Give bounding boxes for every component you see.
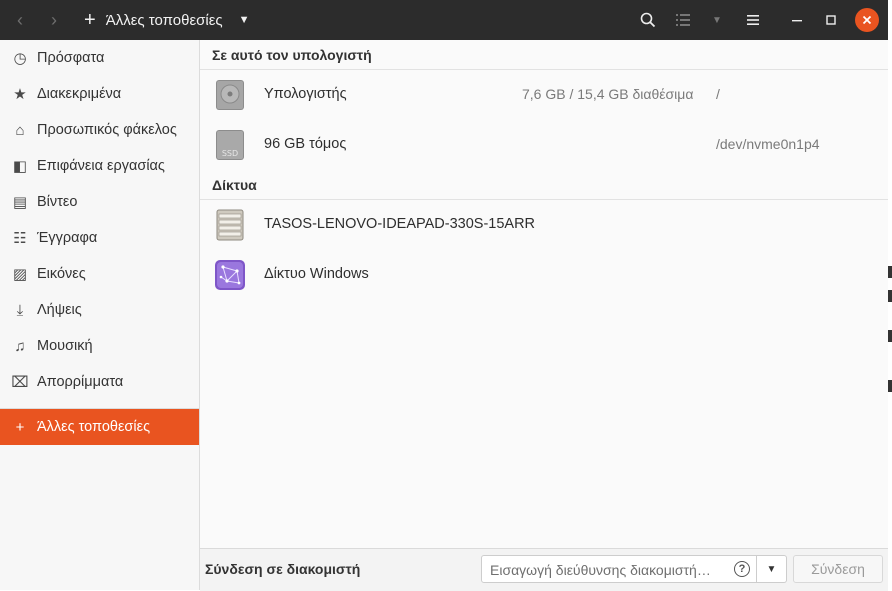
sidebar-item-documents[interactable]: ☷ Έγγραφα bbox=[0, 220, 199, 256]
hamburger-menu-icon bbox=[747, 15, 759, 25]
caret-down-icon: ▼ bbox=[766, 563, 777, 575]
caret-down-icon: ▼ bbox=[712, 14, 722, 26]
list-item-computer[interactable]: Υπολογιστής 7,6 GB / 15,4 GB διαθέσιμα / bbox=[200, 70, 888, 120]
location-path: / bbox=[716, 86, 720, 102]
sidebar-item-videos[interactable]: ▤ Βίντεο bbox=[0, 184, 199, 220]
minimize-icon bbox=[792, 20, 802, 22]
sidebar-item-trash[interactable]: ⌧ Απορρίμματα bbox=[0, 364, 199, 400]
sidebar-item-desktop[interactable]: ◧ Επιφάνεια εργασίας bbox=[0, 148, 199, 184]
sidebar-item-label: Πρόσφατα bbox=[37, 50, 105, 66]
harddisk-icon bbox=[216, 80, 244, 110]
sidebar: ◷ Πρόσφατα ★ Διακεκριμένα ⌂ Προσωπικός φ… bbox=[0, 40, 200, 590]
menu-button[interactable] bbox=[740, 4, 766, 36]
header-bar: ‹ › + Άλλες τοποθεσίες ▼ ▼ bbox=[0, 0, 888, 40]
clock-icon: ◷ bbox=[13, 50, 27, 67]
section-heading-networks: Δίκτυα bbox=[212, 177, 257, 193]
list-view-icon bbox=[676, 14, 690, 26]
image-icon: ▨ bbox=[12, 266, 28, 283]
files-window: ‹ › + Άλλες τοποθεσίες ▼ ▼ ◷ Πρόσφατα ★ … bbox=[0, 0, 888, 591]
close-button[interactable] bbox=[855, 8, 879, 32]
close-icon bbox=[862, 15, 872, 25]
plus-icon: + bbox=[15, 418, 25, 436]
star-icon: ★ bbox=[13, 86, 27, 103]
location-name: Δίκτυο Windows bbox=[264, 266, 369, 282]
document-icon: ☷ bbox=[13, 230, 27, 247]
trash-icon: ⌧ bbox=[11, 374, 29, 391]
sidebar-item-label: Εικόνες bbox=[37, 266, 86, 282]
help-icon[interactable]: ? bbox=[734, 561, 750, 577]
location-path-button[interactable]: + Άλλες τοποθεσίες ▼ bbox=[80, 4, 264, 36]
download-icon: ⤓ bbox=[16, 301, 24, 319]
ssd-icon-text: SSD bbox=[222, 149, 238, 158]
server-icon bbox=[216, 209, 244, 241]
background-text-fragment bbox=[888, 266, 892, 278]
maximize-icon bbox=[826, 15, 836, 25]
connect-to-server-label: Σύνδεση σε διακομιστή bbox=[205, 561, 361, 577]
sidebar-item-label: Βίντεο bbox=[37, 194, 78, 210]
location-name: Υπολογιστής bbox=[264, 86, 347, 102]
ssd-icon: SSD bbox=[216, 130, 244, 160]
sidebar-item-pictures[interactable]: ▨ Εικόνες bbox=[0, 256, 199, 292]
caret-down-icon: ▼ bbox=[238, 14, 250, 26]
music-icon: ♫ bbox=[14, 337, 26, 355]
location-name: TASOS-LENOVO-IDEAPAD-330S-15ARR bbox=[264, 216, 536, 232]
sidebar-item-recent[interactable]: ◷ Πρόσφατα bbox=[0, 40, 199, 76]
section-heading-this-computer: Σε αυτό τον υπολογιστή bbox=[212, 47, 372, 63]
sidebar-item-label: Λήψεις bbox=[37, 302, 82, 318]
server-address-input[interactable] bbox=[488, 560, 730, 580]
background-text-fragment bbox=[888, 380, 892, 392]
sidebar-item-label: Προσωπικός φάκελος bbox=[37, 122, 177, 138]
connect-to-server-bar: Σύνδεση σε διακομιστή ? ▼ Σύνδεση bbox=[200, 548, 888, 591]
sidebar-item-music[interactable]: ♫ Μουσική bbox=[0, 328, 199, 364]
desktop-icon: ◧ bbox=[12, 158, 28, 175]
sidebar-item-label: Μουσική bbox=[37, 338, 93, 354]
location-name: 96 GB τόμος bbox=[264, 136, 347, 152]
list-item-windows-network[interactable]: Δίκτυο Windows bbox=[200, 250, 888, 300]
places-view: Σε αυτό τον υπολογιστή Υπολογιστής 7,6 G… bbox=[200, 40, 888, 548]
chevron-left-icon: ‹ bbox=[17, 9, 23, 30]
forward-button[interactable]: › bbox=[40, 4, 68, 36]
list-item-network-host[interactable]: TASOS-LENOVO-IDEAPAD-330S-15ARR bbox=[200, 200, 888, 250]
minimize-button[interactable] bbox=[784, 4, 810, 36]
list-view-button[interactable] bbox=[670, 4, 696, 36]
location-free-space: 7,6 GB / 15,4 GB διαθέσιμα bbox=[522, 86, 694, 102]
sidebar-item-label: Απορρίμματα bbox=[37, 374, 124, 390]
maximize-button[interactable] bbox=[818, 4, 844, 36]
sidebar-item-label: Επιφάνεια εργασίας bbox=[37, 158, 165, 174]
sidebar-item-other-locations[interactable]: + Άλλες τοποθεσίες bbox=[0, 409, 199, 445]
sidebar-item-home[interactable]: ⌂ Προσωπικός φάκελος bbox=[0, 112, 199, 148]
sidebar-item-label: Έγγραφα bbox=[37, 230, 98, 246]
server-address-field[interactable]: ? bbox=[481, 555, 757, 583]
plus-icon: + bbox=[84, 9, 96, 31]
connect-button[interactable]: Σύνδεση bbox=[793, 555, 883, 583]
recent-servers-dropdown[interactable]: ▼ bbox=[757, 555, 787, 583]
network-icon bbox=[215, 260, 245, 290]
sidebar-item-label: Διακεκριμένα bbox=[37, 86, 122, 102]
location-label: Άλλες τοποθεσίες bbox=[105, 11, 223, 29]
back-button[interactable]: ‹ bbox=[6, 4, 34, 36]
view-options-button[interactable]: ▼ bbox=[706, 4, 728, 36]
list-item-volume[interactable]: SSD 96 GB τόμος /dev/nvme0n1p4 bbox=[200, 120, 888, 170]
background-text-fragment bbox=[888, 290, 892, 302]
search-button[interactable] bbox=[634, 4, 662, 36]
sidebar-item-label: Άλλες τοποθεσίες bbox=[37, 419, 151, 435]
video-icon: ▤ bbox=[12, 194, 28, 211]
home-icon: ⌂ bbox=[15, 121, 25, 139]
sidebar-item-downloads[interactable]: ⤓ Λήψεις bbox=[0, 292, 199, 328]
chevron-right-icon: › bbox=[51, 9, 57, 30]
search-icon bbox=[640, 12, 656, 28]
background-text-fragment bbox=[888, 330, 892, 342]
sidebar-item-starred[interactable]: ★ Διακεκριμένα bbox=[0, 76, 199, 112]
location-path: /dev/nvme0n1p4 bbox=[716, 136, 820, 152]
